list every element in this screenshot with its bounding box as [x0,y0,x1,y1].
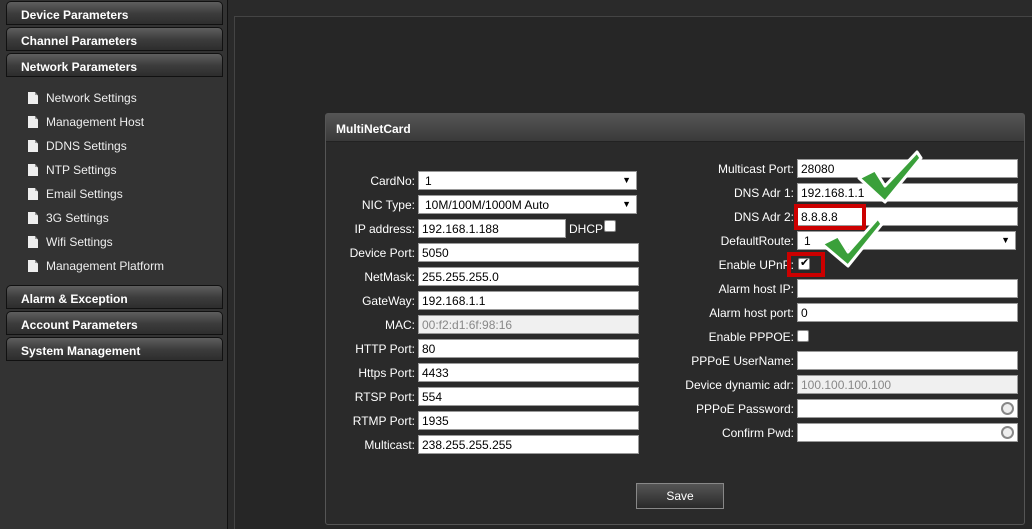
alarm-host-port-label: Alarm host port: [709,306,794,320]
sidebar-item-network-settings[interactable]: Network Settings [28,89,137,107]
category-alarm-exception[interactable]: Alarm & Exception [6,285,223,309]
device-port-field[interactable]: 5050 [418,243,639,262]
multicast-label: Multicast: [364,438,415,452]
alarm-host-ip-label: Alarm host IP: [718,282,794,296]
mac-label: MAC: [385,318,415,332]
gateway-label: GateWay: [362,294,415,308]
dhcp-label: DHCP [569,222,604,236]
category-account-parameters[interactable]: Account Parameters [6,311,223,335]
document-icon [28,140,38,152]
password-reveal-icon[interactable] [1001,426,1014,439]
password-reveal-icon[interactable] [1001,402,1014,415]
https-port-field[interactable]: 4433 [418,363,639,382]
netmask-field[interactable]: 255.255.255.0 [418,267,639,286]
https-port-label: Https Port: [358,366,415,380]
sidebar-item-label: Management Host [46,115,145,129]
netmask-label: NetMask: [364,270,415,284]
pppoe-password-label: PPPoE Password: [695,402,794,416]
sidebar-item-email-settings[interactable]: Email Settings [28,185,123,203]
mac-field: 00:f2:d1:6f:98:16 [418,315,639,334]
category-network-parameters[interactable]: Network Parameters [6,53,223,77]
pppoe-username-field[interactable] [797,351,1018,370]
document-icon [28,236,38,248]
category-device-parameters[interactable]: Device Parameters [6,1,223,25]
rtmp-port-field[interactable]: 1935 [418,411,639,430]
confirm-pwd-field[interactable] [797,423,1018,442]
http-port-label: HTTP Port: [355,342,415,356]
sidebar-item-management-host[interactable]: Management Host [28,113,144,131]
dns1-label: DNS Adr 1: [733,186,794,200]
sidebar-item-label: Email Settings [46,187,123,201]
nic-type-label: NIC Type: [361,198,415,212]
save-button[interactable]: Save [636,483,724,509]
sidebar-item-ddns-settings[interactable]: DDNS Settings [28,137,127,155]
pppoe-username-label: PPPoE UserName: [691,354,794,368]
device-port-label: Device Port: [349,246,415,260]
sidebar-item-label: Network Settings [46,91,137,105]
sidebar-item-label: Management Platform [46,259,165,273]
sidebar-item-label: NTP Settings [46,163,117,177]
sidebar-item-3g-settings[interactable]: 3G Settings [28,209,109,227]
default-route-label: DefaultRoute: [720,234,794,248]
document-icon [28,116,38,128]
sidebar: Device Parameters Channel Parameters Net… [0,0,228,529]
confirm-pwd-label: Confirm Pwd: [721,426,794,440]
check-mark-icon [857,150,923,204]
panel-title: MultiNetCard [326,114,1024,142]
default-route-value: 1 [804,234,811,248]
check-mark-icon [820,216,884,268]
chevron-down-icon: ▼ [622,199,631,209]
enable-pppoe-checkbox[interactable] [797,330,809,342]
document-icon [28,164,38,176]
multicast-port-label: Multicast Port: [717,162,794,176]
alarm-host-ip-field[interactable] [797,279,1018,298]
nic-type-value: 10M/100M/1000M Auto [425,198,550,212]
rtsp-port-field[interactable]: 554 [418,387,639,406]
http-port-field[interactable]: 80 [418,339,639,358]
document-icon [28,212,38,224]
category-channel-parameters[interactable]: Channel Parameters [6,27,223,51]
pppoe-password-field[interactable] [797,399,1018,418]
chevron-down-icon: ▼ [1001,235,1010,245]
cardno-label: CardNo: [370,174,415,188]
sidebar-item-ntp-settings[interactable]: NTP Settings [28,161,116,179]
dns2-label: DNS Adr 2: [733,210,794,224]
ip-address-field[interactable]: 192.168.1.188 [418,219,566,238]
cardno-value: 1 [425,174,432,188]
sidebar-item-label: 3G Settings [46,211,109,225]
multicast-field[interactable]: 238.255.255.255 [418,435,639,454]
rtmp-port-label: RTMP Port: [352,414,415,428]
alarm-host-port-field[interactable]: 0 [797,303,1018,322]
dynamic-addr-field: 100.100.100.100 [797,375,1018,394]
rtsp-port-label: RTSP Port: [354,390,415,404]
ip-address-label: IP address: [354,222,415,236]
category-system-management[interactable]: System Management [6,337,223,361]
dynamic-addr-label: Device dynamic adr: [685,378,794,392]
document-icon [28,92,38,104]
nic-type-select[interactable]: 10M/100M/1000M Auto ▼ [418,195,637,214]
document-icon [28,260,38,272]
sidebar-item-management-platform[interactable]: Management Platform [28,257,164,275]
sidebar-item-label: Wifi Settings [46,235,113,249]
dhcp-checkbox[interactable] [604,220,616,232]
sidebar-item-label: DDNS Settings [46,139,127,153]
cardno-select[interactable]: 1 ▼ [418,171,637,190]
document-icon [28,188,38,200]
enable-upnp-label: Enable UPnP: [718,258,794,272]
sidebar-item-wifi-settings[interactable]: Wifi Settings [28,233,113,251]
enable-pppoe-label: Enable PPPOE: [708,330,794,344]
chevron-down-icon: ▼ [622,175,631,185]
gateway-field[interactable]: 192.168.1.1 [418,291,639,310]
